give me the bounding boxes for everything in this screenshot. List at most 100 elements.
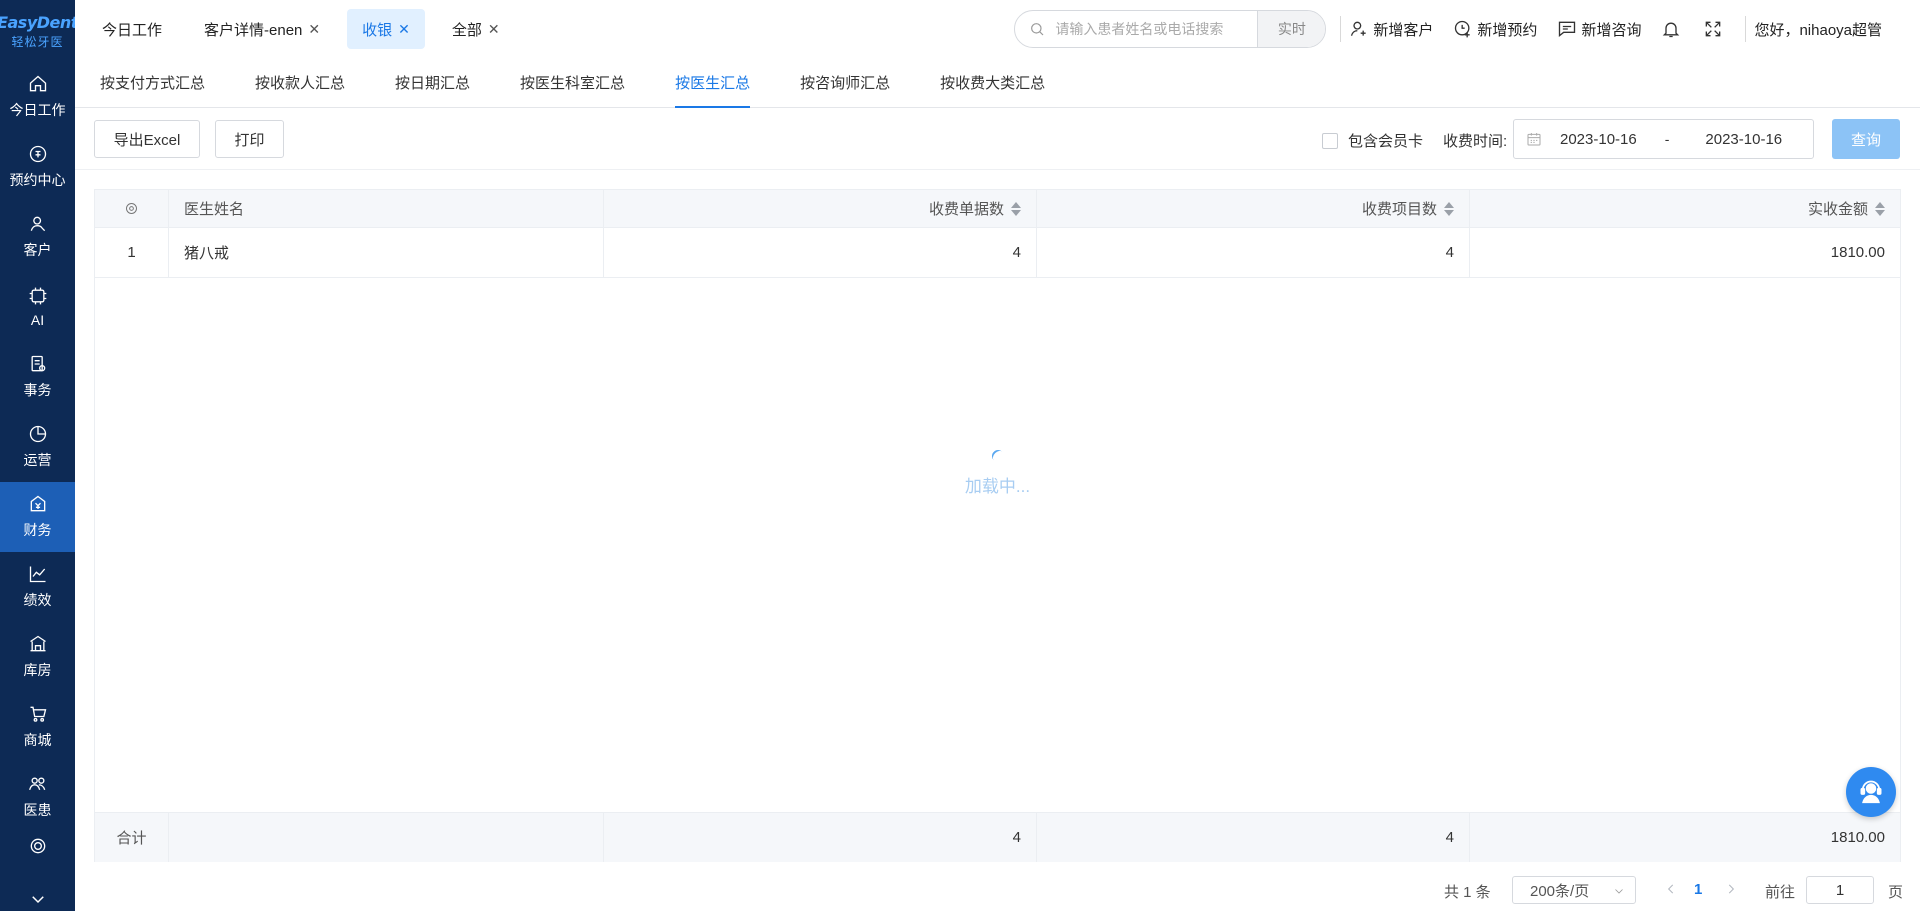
export-excel-button[interactable]: 导出Excel [94,120,200,158]
next-page-button[interactable] [1724,882,1738,899]
sidebar-item-performance[interactable]: 绩效 [0,552,75,622]
date-from[interactable]: 2023-10-16 [1560,131,1637,148]
include-member-card-checkbox[interactable]: 包含会员卡 [1322,130,1423,151]
tab-label: 全部 [451,21,482,39]
sidebar-item-label: 商城 [23,732,52,748]
column-header-label: 收费单据数 [928,201,1004,218]
home-icon [29,75,46,92]
checkbox-box[interactable] [1322,132,1338,149]
toolbar: 导出Excel 打印 包含会员卡 收费时间: 2023-10-16 - 2023… [75,108,1920,170]
search-input[interactable] [1045,11,1258,47]
report-tabs: 按支付方式汇总 按收款人汇总 按日期汇总 按医生科室汇总 按医生汇总 按咨询师汇… [75,58,1920,108]
doctor-name: 猪八戒 [169,228,604,277]
table-row[interactable]: 1 猪八戒 4 4 1810.00 [95,228,1900,278]
include-member-card-label: 包含会员卡 [1348,133,1424,150]
total-receipts: 4 [604,813,1037,862]
tab-today[interactable]: 今日工作 [87,9,177,49]
chevron-left-icon [1667,884,1674,894]
tab-by-payee[interactable]: 按收款人汇总 [255,58,345,107]
total-doctor-empty [169,813,604,862]
sort-icon[interactable] [1444,201,1454,216]
sidebar-item-label: AI [30,312,45,328]
calendar-icon [1527,133,1541,146]
tab-by-consultant[interactable]: 按咨询师汇总 [800,58,890,107]
new-customer-label: 新增客户 [1373,21,1434,39]
sort-icon[interactable] [1011,201,1021,216]
sidebar-item-tasks[interactable]: 事务 [0,342,75,412]
tab-cashier[interactable]: 收银 ✕ [347,9,425,49]
sidebar-item-label: 绩效 [23,592,52,608]
tab-by-date[interactable]: 按日期汇总 [395,58,470,107]
sidebar-item-doctor-patient[interactable]: 医患 [0,762,75,832]
sidebar-item-appointments[interactable]: 预约中心 [0,132,75,202]
add-user-icon [1351,21,1367,36]
search-mode-button[interactable]: 实时 [1257,11,1326,47]
total-count: 共 1 条 [1444,884,1491,901]
cart-icon [30,706,46,722]
goto-page-input[interactable] [1806,876,1874,904]
divider [1340,16,1342,42]
close-icon[interactable]: ✕ [488,21,500,38]
total-items: 4 [1037,813,1470,862]
page-size-select[interactable]: 200条/页 [1512,876,1636,904]
close-icon[interactable]: ✕ [308,21,320,38]
tab-label: 客户详情-enen [204,21,303,39]
sidebar-item-more[interactable] [0,832,75,872]
notification-button[interactable] [1661,19,1681,39]
tab-by-fee-category[interactable]: 按收费大类汇总 [940,58,1045,107]
divider [1745,16,1747,42]
bell-icon [1663,22,1680,38]
query-button[interactable]: 查询 [1832,119,1900,159]
pie-chart-icon [29,425,46,443]
loading-indicator: 加载中... [95,447,1900,497]
tab-all[interactable]: 全部 ✕ [437,9,515,49]
top-bar: 今日工作 客户详情-enen ✕ 收银 ✕ 全部 ✕ 实时 新增客户 新增预约 … [75,0,1920,58]
sidebar-item-mall[interactable]: 商城 [0,692,75,762]
sidebar-item-finance[interactable]: 财务 [0,482,75,552]
date-range-picker[interactable]: 2023-10-16 - 2023-10-16 [1513,119,1814,159]
sidebar-item-warehouse[interactable]: 库房 [0,622,75,692]
user-greeting[interactable]: 您好，nihaoya超管 [1754,19,1882,40]
page-size-value: 200条/页 [1530,882,1590,900]
tab-by-doctor[interactable]: 按医生汇总 [675,58,751,108]
column-header-amount[interactable]: 实收金额 [1470,190,1900,227]
sidebar-item-label: 客户 [23,242,52,258]
sidebar-item-operations[interactable]: 运营 [0,412,75,482]
sidebar-item-ai[interactable]: AI [0,272,75,342]
fullscreen-button[interactable] [1703,19,1723,39]
doctor-summary-table: 医生姓名 收费单据数 收费项目数 实收金额 1 猪八戒 4 4 1810.00 … [94,189,1901,862]
column-header-label: 实收金额 [1807,201,1868,218]
goto-label: 前往 [1765,884,1796,901]
tab-by-doctor-department[interactable]: 按医生科室汇总 [520,58,625,107]
tab-by-payment-method[interactable]: 按支付方式汇总 [100,58,205,107]
task-icon [31,355,45,372]
column-settings-button[interactable] [95,190,169,227]
table-header: 医生姓名 收费单据数 收费项目数 实收金额 [95,190,1900,228]
close-icon[interactable]: ✕ [398,21,410,38]
sidebar-item-today[interactable]: 今日工作 [0,62,75,132]
sidebar-item-label: 预约中心 [9,172,66,188]
app-logo[interactable]: EasyDent 轻松牙医 [0,0,75,62]
column-header-items[interactable]: 收费项目数 [1037,190,1470,227]
row-index: 1 [95,228,169,277]
sidebar: EasyDent 轻松牙医 今日工作 预约中心 客户 AI 事务 运营 财务 绩… [0,0,75,911]
new-customer-button[interactable]: 新增客户 [1349,19,1433,40]
new-consult-button[interactable]: 新增咨询 [1557,19,1641,40]
calendar-badge-icon [29,145,46,163]
tab-customer-detail[interactable]: 客户详情-enen ✕ [189,9,335,49]
prev-page-button[interactable] [1664,882,1678,899]
doctor-patient-icon [28,777,45,791]
column-header-label: 收费项目数 [1361,201,1437,218]
page-unit-label: 页 [1888,884,1904,901]
page-number[interactable]: 1 [1694,881,1702,898]
sort-icon[interactable] [1875,201,1885,216]
new-appointment-button[interactable]: 新增预约 [1453,19,1537,40]
receipt-count: 4 [604,228,1037,277]
customer-service-button[interactable] [1846,767,1896,817]
column-header-receipts[interactable]: 收费单据数 [604,190,1037,227]
date-to[interactable]: 2023-10-16 [1705,131,1782,148]
patient-search: 实时 [1014,10,1327,48]
print-button[interactable]: 打印 [215,120,284,158]
sidebar-item-customers[interactable]: 客户 [0,202,75,272]
sidebar-item-label: 今日工作 [9,102,66,118]
